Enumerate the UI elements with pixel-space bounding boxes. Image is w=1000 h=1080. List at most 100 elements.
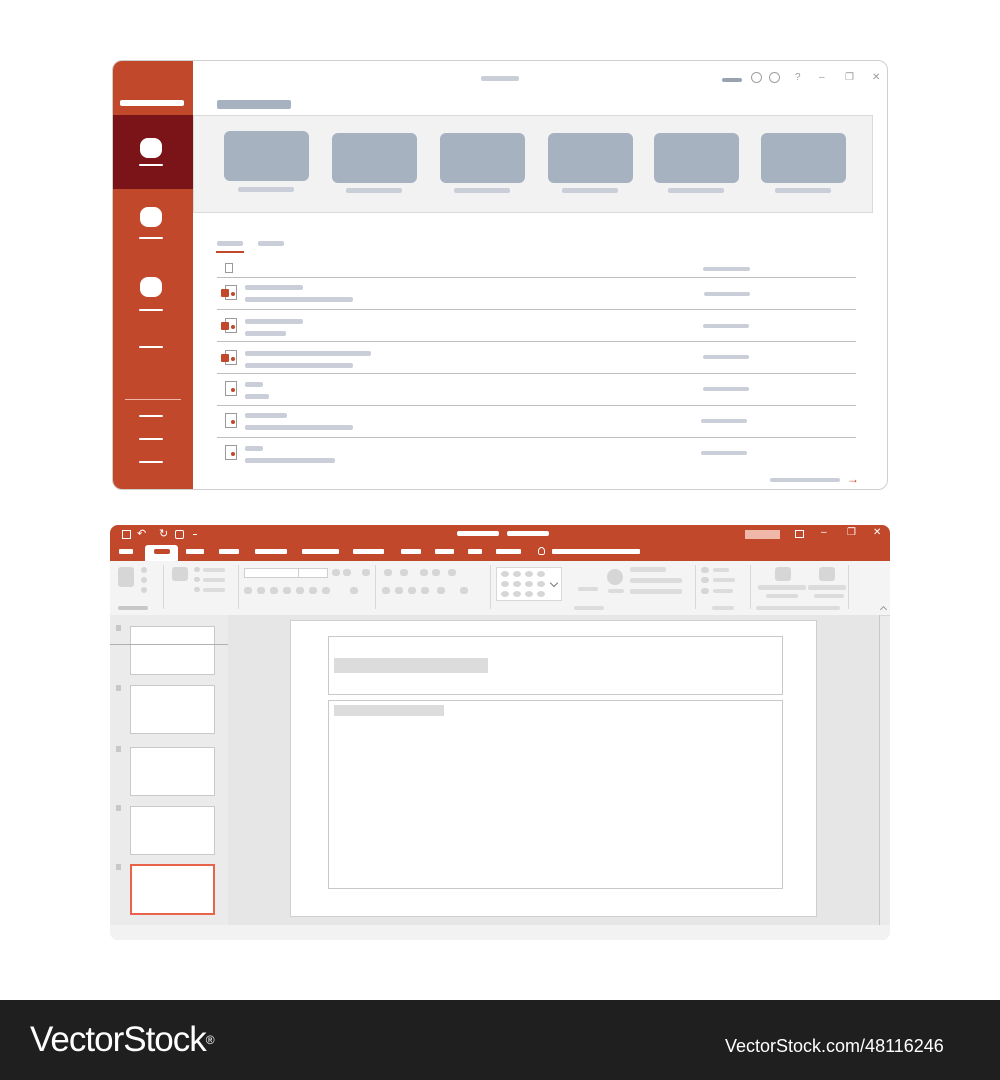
numbering-icon[interactable] — [400, 569, 408, 576]
brand-text: VectorStock — [30, 1020, 207, 1059]
align-center-icon[interactable] — [395, 587, 403, 594]
save-icon[interactable] — [122, 530, 131, 539]
tab-draw[interactable] — [219, 549, 239, 554]
tab-view[interactable] — [468, 549, 482, 554]
sidebar-item-more[interactable] — [139, 346, 163, 348]
list-item[interactable] — [217, 310, 856, 341]
bullets-icon[interactable] — [384, 569, 392, 576]
more-documents-link[interactable] — [770, 478, 840, 482]
help-icon[interactable]: ? — [795, 72, 801, 84]
sidebar-item-options[interactable] — [139, 461, 163, 463]
arrange-button[interactable] — [607, 569, 623, 585]
decrease-indent-icon[interactable] — [420, 569, 428, 576]
ribbon-display-icon[interactable] — [795, 530, 804, 538]
arrow-right-icon[interactable]: → — [847, 472, 859, 486]
vertical-scrollbar[interactable] — [879, 615, 880, 925]
close-icon[interactable]: ✕ — [872, 72, 880, 84]
tab-design[interactable] — [255, 549, 287, 554]
align-right-icon[interactable] — [408, 587, 416, 594]
list-item[interactable] — [217, 342, 856, 373]
template-thumbnail[interactable] — [332, 133, 417, 183]
lightbulb-icon[interactable] — [538, 547, 545, 555]
shadow-icon[interactable] — [296, 587, 304, 594]
layout-icon[interactable] — [194, 567, 200, 572]
tab-transitions[interactable] — [302, 549, 339, 554]
list-item[interactable] — [217, 406, 856, 437]
tab-slideshow[interactable] — [401, 549, 421, 554]
list-item[interactable] — [217, 374, 856, 405]
smile-icon[interactable] — [751, 72, 762, 83]
designer-button[interactable] — [819, 567, 835, 581]
shapes-gallery[interactable] — [496, 567, 562, 601]
list-item[interactable] — [217, 278, 856, 309]
sidebar-item-home[interactable] — [113, 115, 193, 189]
select-icon[interactable] — [701, 588, 709, 594]
restore-icon[interactable]: ❐ — [845, 72, 854, 84]
tab-file[interactable] — [119, 549, 133, 554]
columns-icon[interactable] — [437, 587, 445, 594]
list-item[interactable] — [217, 438, 856, 469]
align-left-icon[interactable] — [382, 587, 390, 594]
increase-font-icon[interactable] — [332, 569, 340, 576]
font-name-dropdown[interactable] — [244, 568, 300, 578]
clear-format-icon[interactable] — [362, 569, 370, 576]
sidebar-item-open[interactable] — [113, 261, 193, 325]
sidebar-item-new[interactable] — [113, 189, 193, 253]
italic-icon[interactable] — [257, 587, 265, 594]
underline-icon[interactable] — [270, 587, 278, 594]
restore-icon[interactable]: ❐ — [847, 527, 856, 538]
undo-icon[interactable]: ↶ — [137, 527, 146, 540]
tab-review[interactable] — [435, 549, 454, 554]
sign-in-button[interactable] — [745, 530, 780, 539]
present-icon[interactable] — [175, 530, 184, 539]
template-thumbnail[interactable] — [224, 131, 309, 181]
spacing-icon[interactable] — [309, 587, 317, 594]
decrease-font-icon[interactable] — [343, 569, 351, 576]
format-painter-icon[interactable] — [141, 587, 147, 593]
chevron-down-icon[interactable] — [549, 578, 559, 588]
redo-icon[interactable]: ↻ — [159, 527, 168, 540]
tab-home[interactable] — [145, 545, 178, 561]
slide-canvas[interactable] — [290, 620, 817, 917]
tab-recent[interactable] — [217, 241, 243, 246]
font-size-dropdown[interactable] — [298, 568, 328, 578]
dictate-button[interactable] — [775, 567, 791, 581]
tab-help[interactable] — [496, 549, 521, 554]
line-spacing-icon[interactable] — [448, 569, 456, 576]
customize-icon[interactable] — [193, 530, 197, 535]
template-thumbnail[interactable] — [548, 133, 633, 183]
text-direction-icon[interactable] — [460, 587, 468, 594]
title-placeholder[interactable] — [328, 636, 783, 695]
justify-icon[interactable] — [421, 587, 429, 594]
tell-me-search[interactable] — [552, 549, 640, 554]
template-thumbnail[interactable] — [654, 133, 739, 183]
template-thumbnail[interactable] — [761, 133, 846, 183]
find-icon[interactable] — [701, 567, 709, 573]
change-case-icon[interactable] — [322, 587, 330, 594]
minimize-icon[interactable]: – — [819, 72, 825, 84]
new-slide-button[interactable] — [172, 567, 188, 581]
section-icon[interactable] — [194, 587, 200, 592]
paste-button[interactable] — [118, 567, 134, 587]
minimize-icon[interactable]: – — [821, 527, 827, 538]
strikethrough-icon[interactable] — [283, 587, 291, 594]
tab-pinned[interactable] — [258, 241, 284, 246]
reset-icon[interactable] — [194, 577, 200, 582]
increase-indent-icon[interactable] — [432, 569, 440, 576]
tab-insert[interactable] — [186, 549, 204, 554]
content-placeholder[interactable] — [328, 700, 783, 889]
replace-icon[interactable] — [701, 577, 709, 583]
bold-icon[interactable] — [244, 587, 252, 594]
template-thumbnail[interactable] — [440, 133, 525, 183]
sidebar-item-feedback[interactable] — [139, 438, 163, 440]
frown-icon[interactable] — [769, 72, 780, 83]
sidebar-item-account[interactable] — [139, 415, 163, 417]
copy-icon[interactable] — [141, 577, 147, 583]
tab-animations[interactable] — [353, 549, 384, 554]
collapse-ribbon-icon[interactable] — [879, 605, 888, 614]
close-icon[interactable]: ✕ — [873, 527, 881, 538]
font-color-icon[interactable] — [350, 587, 358, 594]
account-name[interactable] — [722, 78, 742, 82]
cut-icon[interactable] — [141, 567, 147, 573]
home-icon — [140, 138, 162, 158]
